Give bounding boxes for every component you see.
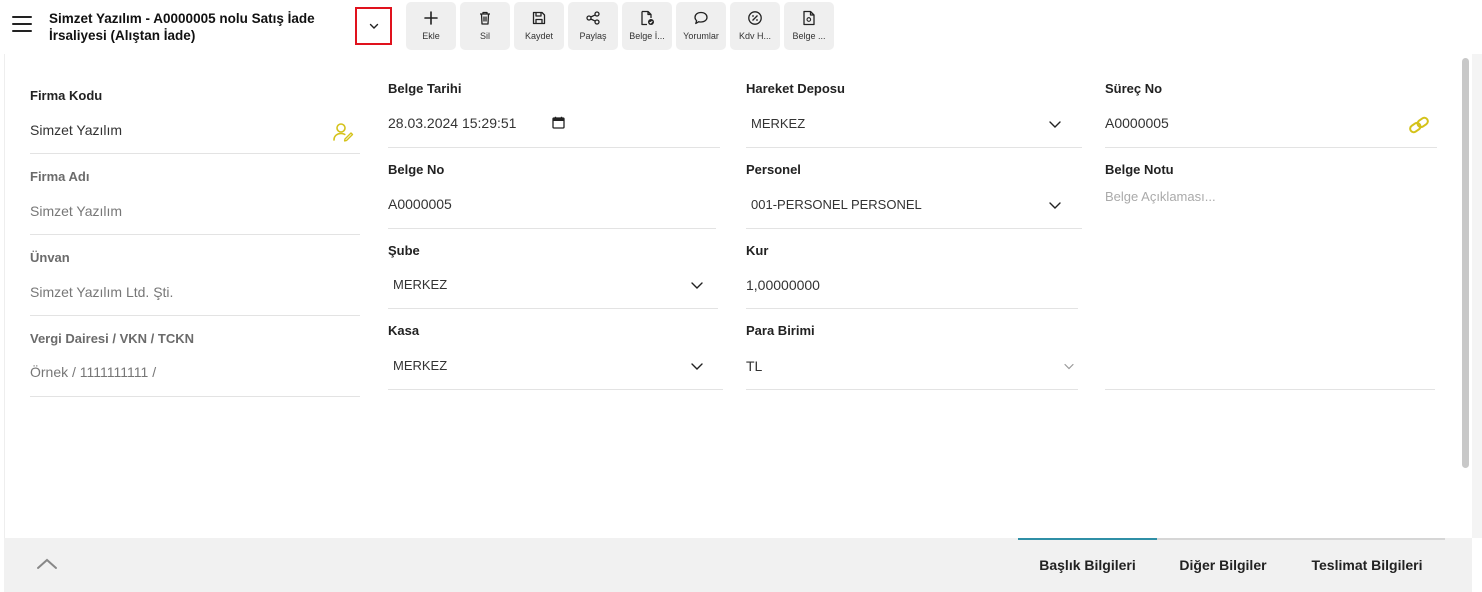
vat-button[interactable]: Kdv H... [730, 2, 780, 50]
comment-icon [694, 11, 708, 25]
top-bar: Simzet Yazılım - A0000005 nolu Satış İad… [0, 0, 1482, 54]
chevron-down-icon[interactable] [1048, 117, 1062, 131]
chevron-down-icon[interactable] [690, 359, 704, 373]
tab-diger-bilgiler[interactable]: Diğer Bilgiler [1157, 538, 1289, 592]
page-title: Simzet Yazılım - A0000005 nolu Satış İad… [49, 11, 315, 43]
sube-select[interactable]: Şube MERKEZ [388, 243, 718, 310]
kasa-select[interactable]: Kasa MERKEZ [388, 323, 723, 390]
document-info-button[interactable]: Belge İ... [622, 2, 672, 50]
hareket-deposu-select[interactable]: Hareket Deposu MERKEZ [746, 81, 1082, 148]
menu-icon[interactable] [12, 16, 32, 34]
personel-select[interactable]: Personel 001-PERSONEL PERSONEL [746, 162, 1082, 229]
document-check-icon [641, 10, 654, 26]
document-icon [803, 10, 815, 26]
link-icon[interactable] [1407, 115, 1431, 135]
unvan-field[interactable]: Ünvan Simzet Yazılım Ltd. Şti. [30, 250, 360, 316]
scrollbar-track[interactable] [1472, 54, 1482, 538]
comments-button[interactable]: Yorumlar [676, 2, 726, 50]
firma-kodu-field[interactable]: Firma Kodu Simzet Yazılım [30, 88, 360, 154]
percent-icon [748, 11, 762, 25]
firma-adi-field[interactable]: Firma Adı Simzet Yazılım [30, 169, 360, 235]
user-edit-icon[interactable] [332, 122, 354, 142]
tab-baslik-bilgileri[interactable]: Başlık Bilgileri [1018, 538, 1157, 592]
delete-button[interactable]: Sil [460, 2, 510, 50]
chevron-down-icon[interactable] [690, 278, 704, 292]
footer-bar: Başlık Bilgileri Diğer Bilgiler Teslimat… [4, 538, 1472, 592]
share-button[interactable]: Paylaş [568, 2, 618, 50]
kur-field[interactable]: Kur 1,00000000 [746, 243, 1078, 310]
chevron-up-icon[interactable] [36, 556, 58, 572]
chevron-down-icon [369, 23, 378, 29]
surec-no-field[interactable]: Süreç No A0000005 [1105, 81, 1437, 148]
chevron-down-icon[interactable] [1062, 359, 1076, 373]
collapse-header-button[interactable] [355, 7, 392, 45]
plus-icon [424, 11, 438, 25]
add-button[interactable]: Ekle [406, 2, 456, 50]
calendar-icon[interactable] [552, 116, 565, 129]
save-button[interactable]: Kaydet [514, 2, 564, 50]
share-icon [586, 11, 600, 25]
toolbar: Ekle Sil Kaydet Paylaş Belge İ... Yoruml… [406, 2, 834, 50]
para-birimi-select[interactable]: Para Birimi TL [746, 323, 1078, 390]
document-button[interactable]: Belge ... [784, 2, 834, 50]
save-icon [532, 11, 546, 25]
belge-no-field[interactable]: Belge No A0000005 [388, 162, 716, 229]
tab-teslimat-bilgileri[interactable]: Teslimat Bilgileri [1289, 538, 1445, 592]
belge-tarihi-field[interactable]: Belge Tarihi 28.03.2024 15:29:51 [388, 81, 720, 148]
trash-icon [480, 11, 490, 25]
belge-notu-textarea[interactable]: Belge Notu Belge Açıklaması... [1105, 162, 1435, 390]
vergi-field[interactable]: Vergi Dairesi / VKN / TCKN Örnek / 11111… [30, 331, 360, 397]
chevron-down-icon[interactable] [1048, 198, 1062, 212]
scrollbar-thumb[interactable] [1462, 58, 1469, 468]
